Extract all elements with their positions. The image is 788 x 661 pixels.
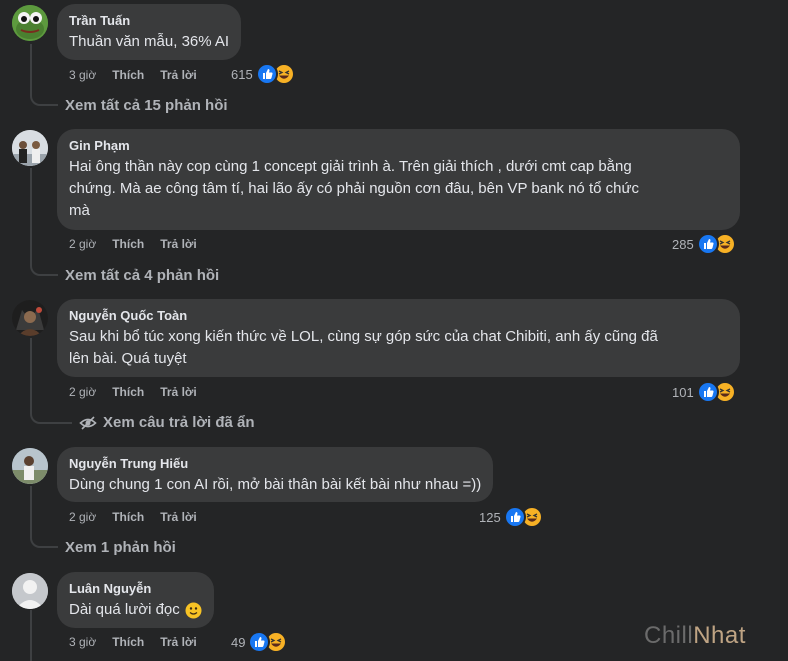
like-icon xyxy=(248,631,271,653)
reaction-summary[interactable]: 615 xyxy=(231,63,295,85)
like-button[interactable]: Thích xyxy=(112,237,144,251)
comment-actions: 2 giờ Thích Trả lời xyxy=(69,382,197,402)
comment-text: Dùng chung 1 con AI rồi, mở bài thân bài… xyxy=(69,476,482,493)
comment-bubble: Nguyễn Trung Hiếu Dùng chung 1 con AI rồ… xyxy=(57,447,494,502)
comment-text: chứng. Mà ae công tâm tí, hai lão ấy có … xyxy=(69,180,640,197)
reaction-summary[interactable]: 49 xyxy=(231,631,288,653)
comment-bubble: Trần Tuấn Thuần văn mẫu, 36% AI xyxy=(57,4,242,60)
like-icon xyxy=(255,63,278,85)
watermark-part2: Nhat xyxy=(693,622,746,649)
comment-text-line: Dài quá lười đọc xyxy=(69,599,202,621)
view-replies-link[interactable]: Xem tất cả 4 phản hồi xyxy=(65,266,219,286)
eye-slash-icon xyxy=(79,414,97,432)
comment-text: mà xyxy=(69,202,90,219)
view-hidden-replies-link[interactable]: Xem câu trả lời đã ẩn xyxy=(79,413,255,433)
view-hidden-replies-label: Xem câu trả lời đã ẩn xyxy=(103,414,255,431)
like-icon xyxy=(503,506,526,528)
thread-elbow xyxy=(30,92,58,106)
like-icon xyxy=(696,381,719,403)
comment-author[interactable]: Gin Phạm xyxy=(69,137,728,154)
comment-text: Thuần văn mẫu, 36% AI xyxy=(69,33,230,50)
like-button[interactable]: Thích xyxy=(112,385,144,399)
comment-text: Hai ông thần này cop cùng 1 concept giải… xyxy=(69,158,632,175)
reaction-summary[interactable]: 285 xyxy=(672,233,736,255)
comment-bubble: Luân Nguyễn Dài quá lười đọc xyxy=(57,572,214,628)
thread-elbow xyxy=(30,534,58,548)
comment-time[interactable]: 2 giờ xyxy=(69,510,96,524)
comment-actions: 3 giờ Thích Trả lời xyxy=(69,632,197,652)
comment-actions: 3 giờ Thích Trả lời xyxy=(69,65,197,85)
comment-time[interactable]: 2 giờ xyxy=(69,385,96,399)
avatar[interactable] xyxy=(12,448,48,484)
reaction-count: 125 xyxy=(479,509,501,525)
reply-button[interactable]: Trả lời xyxy=(160,510,197,524)
reply-button[interactable]: Trả lời xyxy=(160,237,197,251)
view-replies-link[interactable]: Xem tất cả 15 phản hồi xyxy=(65,96,228,116)
comment-text: Sau khi bổ túc xong kiến thức về LOL, cù… xyxy=(69,328,658,345)
avatar[interactable] xyxy=(12,130,48,166)
comment-time[interactable]: 3 giờ xyxy=(69,68,96,82)
thread-line xyxy=(30,486,32,536)
comment-actions: 2 giờ Thích Trả lời xyxy=(69,507,197,527)
like-button[interactable]: Thích xyxy=(112,635,144,649)
reply-button[interactable]: Trả lời xyxy=(160,385,197,399)
comment-text: lên bài. Quá tuyệt xyxy=(69,350,187,367)
comment-time[interactable]: 3 giờ xyxy=(69,635,96,649)
comment-author[interactable]: Nguyễn Quốc Toàn xyxy=(69,307,728,324)
avatar[interactable] xyxy=(12,5,48,41)
view-replies-link[interactable]: Xem 1 phản hồi xyxy=(65,538,176,558)
thread-elbow xyxy=(30,410,72,424)
comment-time[interactable]: 2 giờ xyxy=(69,237,96,251)
thread-elbow xyxy=(30,262,58,276)
avatar[interactable] xyxy=(12,300,48,336)
reaction-summary[interactable]: 125 xyxy=(479,506,543,528)
thread-line xyxy=(30,44,32,94)
comment-text: Dài quá lười đọc xyxy=(69,601,180,618)
avatar[interactable] xyxy=(12,573,48,609)
reaction-count: 285 xyxy=(672,236,694,252)
reaction-summary[interactable]: 101 xyxy=(672,381,736,403)
comment-actions: 2 giờ Thích Trả lời xyxy=(69,234,197,254)
comment-bubble: Gin Phạm Hai ông thần này cop cùng 1 con… xyxy=(57,129,740,230)
comment-author[interactable]: Luân Nguyễn xyxy=(69,580,202,597)
thread-line xyxy=(30,338,32,412)
reaction-count: 101 xyxy=(672,384,694,400)
thread-line xyxy=(30,168,32,264)
reaction-count: 615 xyxy=(231,66,253,82)
like-button[interactable]: Thích xyxy=(112,510,144,524)
comment-bubble: Nguyễn Quốc Toàn Sau khi bổ túc xong kiế… xyxy=(57,299,740,377)
thread-line xyxy=(30,610,32,661)
comment-author[interactable]: Nguyễn Trung Hiếu xyxy=(69,455,481,472)
reply-button[interactable]: Trả lời xyxy=(160,635,197,649)
watermark-part1: Chill xyxy=(644,622,694,649)
comment-author[interactable]: Trần Tuấn xyxy=(69,12,229,29)
slightly-smiling-face-icon xyxy=(185,602,202,619)
reaction-count: 49 xyxy=(231,634,246,650)
reply-button[interactable]: Trả lời xyxy=(160,68,197,82)
like-button[interactable]: Thích xyxy=(112,68,144,82)
watermark: ChillNhat xyxy=(644,622,746,650)
like-icon xyxy=(696,233,719,255)
